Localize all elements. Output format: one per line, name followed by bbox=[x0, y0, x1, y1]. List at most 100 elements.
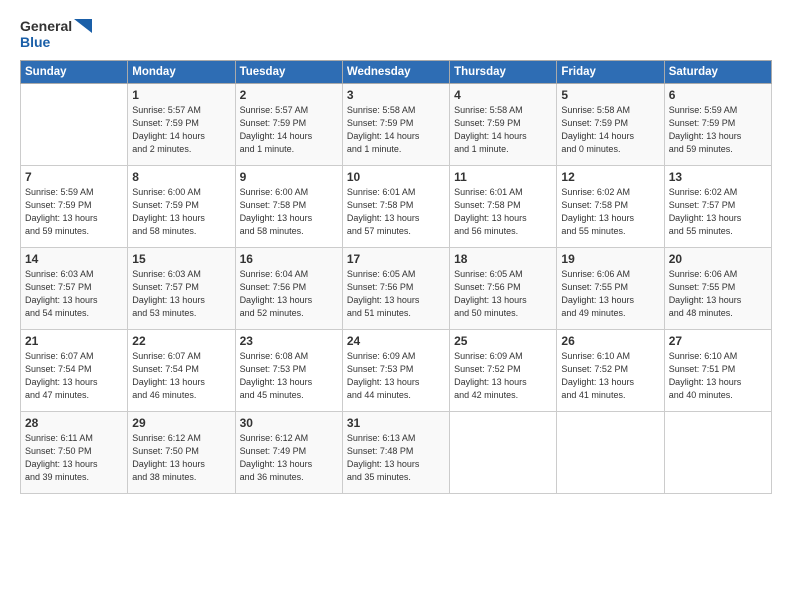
calendar-week-1: 1 Sunrise: 5:57 AMSunset: 7:59 PMDaylight… bbox=[21, 84, 772, 166]
day-number: 7 bbox=[25, 170, 123, 184]
calendar-cell: 18 Sunrise: 6:05 AMSunset: 7:56 PMDayligh… bbox=[450, 248, 557, 330]
calendar-cell bbox=[21, 84, 128, 166]
calendar-week-3: 14 Sunrise: 6:03 AMSunset: 7:57 PMDayligh… bbox=[21, 248, 772, 330]
day-number: 29 bbox=[132, 416, 230, 430]
day-number: 24 bbox=[347, 334, 445, 348]
calendar-cell: 10Sunrise: 6:01 AMSunset: 7:58 PMDayligh… bbox=[342, 166, 449, 248]
day-number: 20 bbox=[669, 252, 767, 266]
calendar-cell: 27 Sunrise: 6:10 AMSunset: 7:51 PMDayligh… bbox=[664, 330, 771, 412]
day-number: 31 bbox=[347, 416, 445, 430]
day-number: 13 bbox=[669, 170, 767, 184]
calendar-cell: 22 Sunrise: 6:07 AMSunset: 7:54 PMDayligh… bbox=[128, 330, 235, 412]
calendar-cell bbox=[557, 412, 664, 494]
header: General Blue bbox=[20, 18, 772, 50]
logo: General Blue bbox=[20, 18, 92, 50]
day-number: 19 bbox=[561, 252, 659, 266]
calendar-cell: 4 Sunrise: 5:58 AMSunset: 7:59 PMDaylight… bbox=[450, 84, 557, 166]
day-info: Sunrise: 6:13 AMSunset: 7:48 PMDaylight:… bbox=[347, 432, 445, 484]
day-header-monday: Monday bbox=[128, 61, 235, 84]
day-number: 3 bbox=[347, 88, 445, 102]
calendar-cell: 16 Sunrise: 6:04 AMSunset: 7:56 PMDayligh… bbox=[235, 248, 342, 330]
calendar-cell: 13 Sunrise: 6:02 AMSunset: 7:57 PMDayligh… bbox=[664, 166, 771, 248]
day-number: 14 bbox=[25, 252, 123, 266]
day-number: 26 bbox=[561, 334, 659, 348]
calendar-cell bbox=[664, 412, 771, 494]
day-info: Sunrise: 5:59 AMSunset: 7:59 PMDaylight:… bbox=[25, 186, 123, 238]
day-info: Sunrise: 6:00 AMSunset: 7:58 PMDaylight:… bbox=[240, 186, 338, 238]
day-info: Sunrise: 6:03 AMSunset: 7:57 PMDaylight:… bbox=[132, 268, 230, 320]
calendar-cell: 30 Sunrise: 6:12 AMSunset: 7:49 PMDayligh… bbox=[235, 412, 342, 494]
logo-blue: Blue bbox=[20, 34, 50, 50]
calendar-header-row: SundayMondayTuesdayWednesdayThursdayFrid… bbox=[21, 61, 772, 84]
day-header-thursday: Thursday bbox=[450, 61, 557, 84]
calendar-body: 1 Sunrise: 5:57 AMSunset: 7:59 PMDaylight… bbox=[21, 84, 772, 494]
day-info: Sunrise: 6:08 AMSunset: 7:53 PMDaylight:… bbox=[240, 350, 338, 402]
calendar-cell: 8Sunrise: 6:00 AMSunset: 7:59 PMDaylight… bbox=[128, 166, 235, 248]
day-number: 27 bbox=[669, 334, 767, 348]
calendar-cell: 31 Sunrise: 6:13 AMSunset: 7:48 PMDayligh… bbox=[342, 412, 449, 494]
day-info: Sunrise: 5:58 AMSunset: 7:59 PMDaylight:… bbox=[454, 104, 552, 156]
calendar-container: General Blue SundayMondayTuesdayWednesda… bbox=[0, 0, 792, 506]
day-info: Sunrise: 6:02 AMSunset: 7:57 PMDaylight:… bbox=[669, 186, 767, 238]
day-header-saturday: Saturday bbox=[664, 61, 771, 84]
day-number: 4 bbox=[454, 88, 552, 102]
day-number: 15 bbox=[132, 252, 230, 266]
day-number: 5 bbox=[561, 88, 659, 102]
day-info: Sunrise: 5:57 AMSunset: 7:59 PMDaylight:… bbox=[240, 104, 338, 156]
calendar-cell: 29 Sunrise: 6:12 AMSunset: 7:50 PMDayligh… bbox=[128, 412, 235, 494]
day-info: Sunrise: 6:09 AMSunset: 7:53 PMDaylight:… bbox=[347, 350, 445, 402]
day-info: Sunrise: 6:07 AMSunset: 7:54 PMDaylight:… bbox=[132, 350, 230, 402]
calendar-cell: 6 Sunrise: 5:59 AMSunset: 7:59 PMDaylight… bbox=[664, 84, 771, 166]
day-number: 11 bbox=[454, 170, 552, 184]
calendar-cell: 26 Sunrise: 6:10 AMSunset: 7:52 PMDayligh… bbox=[557, 330, 664, 412]
calendar-cell: 24 Sunrise: 6:09 AMSunset: 7:53 PMDayligh… bbox=[342, 330, 449, 412]
calendar-cell: 5 Sunrise: 5:58 AMSunset: 7:59 PMDaylight… bbox=[557, 84, 664, 166]
calendar-cell: 20Sunrise: 6:06 AMSunset: 7:55 PMDayligh… bbox=[664, 248, 771, 330]
day-number: 18 bbox=[454, 252, 552, 266]
day-info: Sunrise: 6:03 AMSunset: 7:57 PMDaylight:… bbox=[25, 268, 123, 320]
day-number: 12 bbox=[561, 170, 659, 184]
logo-triangle-icon bbox=[74, 19, 92, 33]
day-header-sunday: Sunday bbox=[21, 61, 128, 84]
day-info: Sunrise: 6:05 AMSunset: 7:56 PMDaylight:… bbox=[454, 268, 552, 320]
calendar-cell: 12Sunrise: 6:02 AMSunset: 7:58 PMDayligh… bbox=[557, 166, 664, 248]
calendar-cell: 28Sunrise: 6:11 AMSunset: 7:50 PMDayligh… bbox=[21, 412, 128, 494]
calendar-cell: 7 Sunrise: 5:59 AMSunset: 7:59 PMDaylight… bbox=[21, 166, 128, 248]
logo-general: General bbox=[20, 18, 72, 34]
calendar-week-4: 21Sunrise: 6:07 AMSunset: 7:54 PMDayligh… bbox=[21, 330, 772, 412]
calendar-cell: 15 Sunrise: 6:03 AMSunset: 7:57 PMDayligh… bbox=[128, 248, 235, 330]
day-info: Sunrise: 6:05 AMSunset: 7:56 PMDaylight:… bbox=[347, 268, 445, 320]
day-number: 16 bbox=[240, 252, 338, 266]
day-number: 6 bbox=[669, 88, 767, 102]
day-number: 22 bbox=[132, 334, 230, 348]
day-info: Sunrise: 5:57 AMSunset: 7:59 PMDaylight:… bbox=[132, 104, 230, 156]
day-info: Sunrise: 5:58 AMSunset: 7:59 PMDaylight:… bbox=[561, 104, 659, 156]
day-info: Sunrise: 6:10 AMSunset: 7:51 PMDaylight:… bbox=[669, 350, 767, 402]
calendar-table: SundayMondayTuesdayWednesdayThursdayFrid… bbox=[20, 60, 772, 494]
calendar-cell: 2 Sunrise: 5:57 AMSunset: 7:59 PMDaylight… bbox=[235, 84, 342, 166]
day-number: 2 bbox=[240, 88, 338, 102]
calendar-cell: 11Sunrise: 6:01 AMSunset: 7:58 PMDayligh… bbox=[450, 166, 557, 248]
day-info: Sunrise: 6:04 AMSunset: 7:56 PMDaylight:… bbox=[240, 268, 338, 320]
day-number: 23 bbox=[240, 334, 338, 348]
day-number: 8 bbox=[132, 170, 230, 184]
calendar-cell: 9 Sunrise: 6:00 AMSunset: 7:58 PMDaylight… bbox=[235, 166, 342, 248]
calendar-cell: 23 Sunrise: 6:08 AMSunset: 7:53 PMDayligh… bbox=[235, 330, 342, 412]
calendar-week-2: 7 Sunrise: 5:59 AMSunset: 7:59 PMDaylight… bbox=[21, 166, 772, 248]
day-info: Sunrise: 6:10 AMSunset: 7:52 PMDaylight:… bbox=[561, 350, 659, 402]
day-number: 17 bbox=[347, 252, 445, 266]
day-info: Sunrise: 6:12 AMSunset: 7:50 PMDaylight:… bbox=[132, 432, 230, 484]
calendar-cell: 3Sunrise: 5:58 AMSunset: 7:59 PMDaylight… bbox=[342, 84, 449, 166]
day-info: Sunrise: 6:12 AMSunset: 7:49 PMDaylight:… bbox=[240, 432, 338, 484]
day-header-tuesday: Tuesday bbox=[235, 61, 342, 84]
day-info: Sunrise: 6:09 AMSunset: 7:52 PMDaylight:… bbox=[454, 350, 552, 402]
day-info: Sunrise: 5:59 AMSunset: 7:59 PMDaylight:… bbox=[669, 104, 767, 156]
calendar-cell: 19Sunrise: 6:06 AMSunset: 7:55 PMDayligh… bbox=[557, 248, 664, 330]
calendar-cell: 14 Sunrise: 6:03 AMSunset: 7:57 PMDayligh… bbox=[21, 248, 128, 330]
calendar-cell: 1 Sunrise: 5:57 AMSunset: 7:59 PMDaylight… bbox=[128, 84, 235, 166]
day-header-friday: Friday bbox=[557, 61, 664, 84]
day-number: 1 bbox=[132, 88, 230, 102]
day-number: 25 bbox=[454, 334, 552, 348]
day-number: 9 bbox=[240, 170, 338, 184]
day-number: 30 bbox=[240, 416, 338, 430]
